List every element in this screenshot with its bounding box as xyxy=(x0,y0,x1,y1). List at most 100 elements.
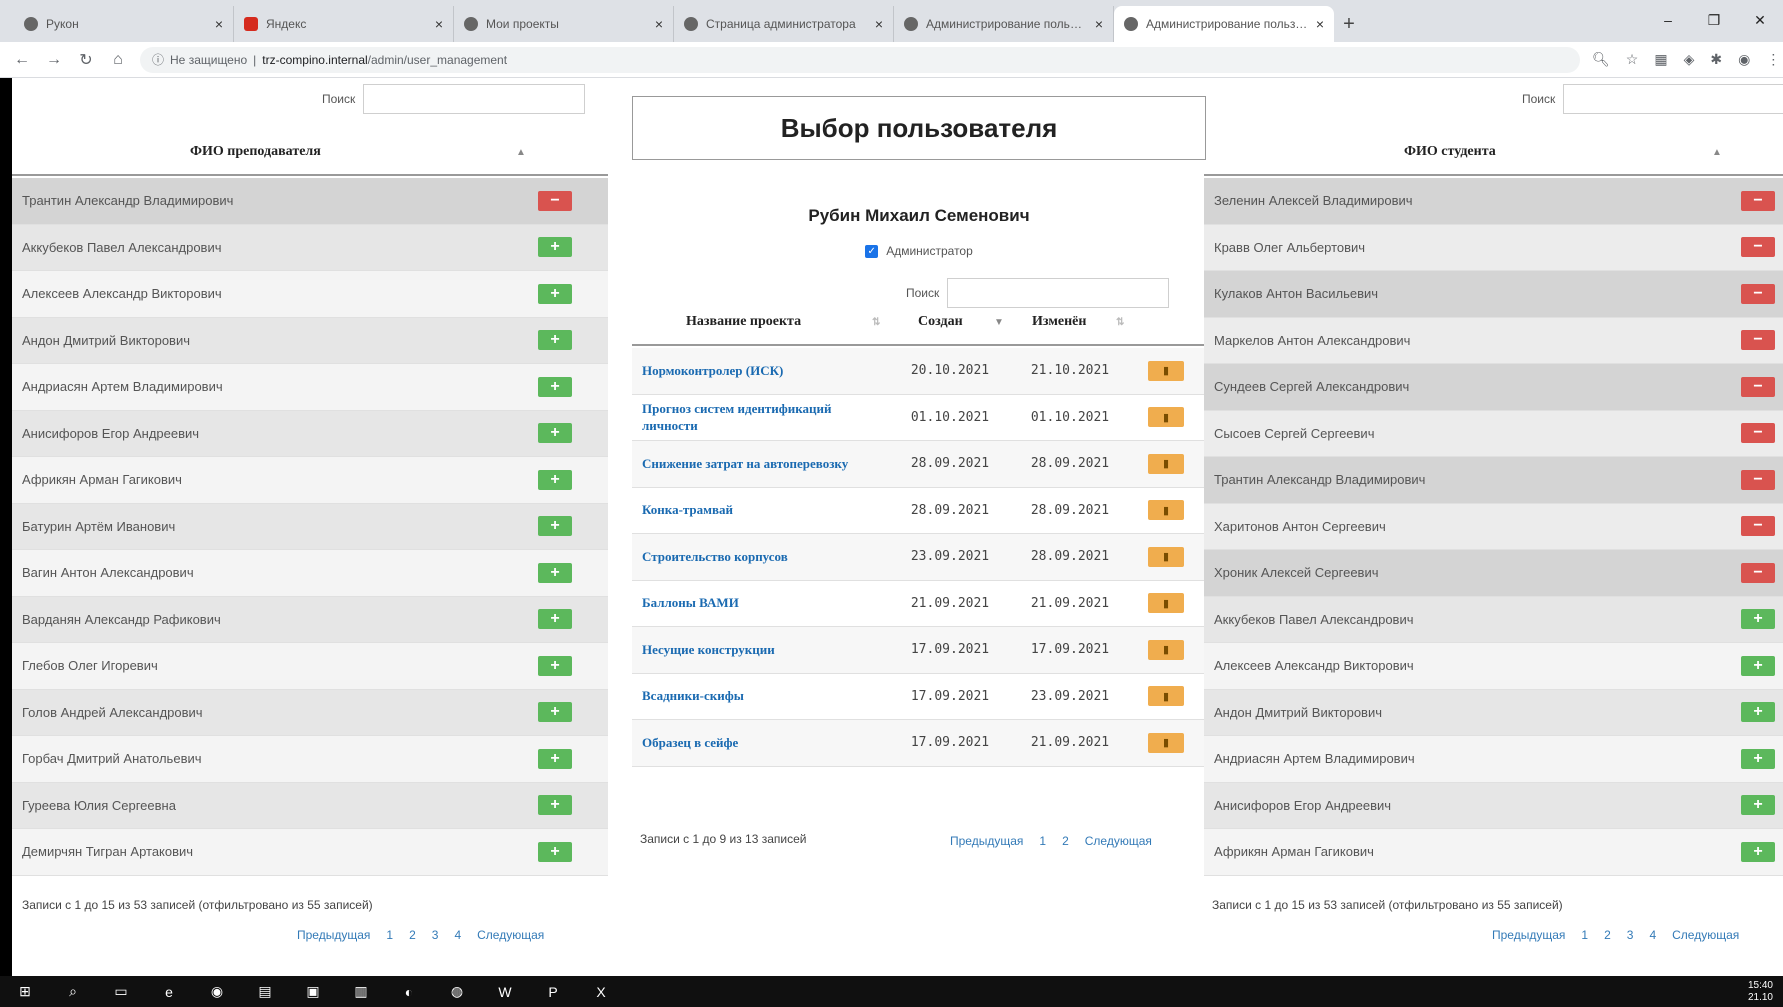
header-modified[interactable]: Изменён xyxy=(1032,314,1086,330)
maximize-icon[interactable]: ❐ xyxy=(1691,0,1737,40)
word-icon[interactable]: W xyxy=(496,983,514,1001)
sort-up-icon[interactable]: ▲ xyxy=(1712,147,1722,158)
remove-button[interactable]: − xyxy=(1741,423,1775,444)
project-link[interactable]: Нормоконтролер (ИСК) xyxy=(642,362,872,380)
list-item[interactable]: Вагин Антон Александрович + xyxy=(12,550,608,597)
minimize-icon[interactable]: – xyxy=(1645,0,1691,40)
remove-button[interactable]: − xyxy=(1741,330,1775,351)
list-item[interactable]: Голов Андрей Александрович + xyxy=(12,689,608,736)
reload-icon[interactable]: ↻ xyxy=(76,50,96,70)
app-icon[interactable]: ◍ xyxy=(448,983,466,1001)
list-item[interactable]: Кулаков Антон Васильевич − xyxy=(1204,271,1783,318)
excel-icon[interactable]: X xyxy=(592,983,610,1001)
add-button[interactable]: + xyxy=(1741,795,1775,816)
list-item[interactable]: Зеленин Алексей Владимирович − xyxy=(1204,178,1783,225)
edit-button[interactable]: ▮ xyxy=(1148,360,1184,381)
pager-page-button[interactable]: 1 xyxy=(386,928,393,942)
add-button[interactable]: + xyxy=(538,516,572,537)
project-link[interactable]: Образец в сейфе xyxy=(642,734,872,752)
project-link[interactable]: Всадники-скифы xyxy=(642,687,872,705)
system-clock[interactable]: 15:40 21.10 xyxy=(1748,980,1773,1004)
add-button[interactable]: + xyxy=(538,376,572,397)
header-created[interactable]: Создан xyxy=(918,314,963,330)
admin-checkbox[interactable]: ✓ xyxy=(865,244,879,258)
app-icon[interactable]: ◐ xyxy=(400,983,418,1001)
app-icon[interactable]: ▣ xyxy=(304,983,322,1001)
add-button[interactable]: + xyxy=(538,655,572,676)
forward-icon[interactable]: → xyxy=(44,51,64,69)
pager-page-button[interactable]: 2 xyxy=(409,928,416,942)
pager-next-button[interactable]: Следующая xyxy=(1085,834,1152,848)
list-item[interactable]: Маркелов Антон Александрович − xyxy=(1204,317,1783,364)
add-button[interactable]: + xyxy=(538,702,572,723)
browser-tab[interactable]: Яндекс × xyxy=(234,6,454,42)
remove-button[interactable]: − xyxy=(1741,516,1775,537)
pager-prev-button[interactable]: Предыдущая xyxy=(1492,928,1565,942)
app-icon[interactable]: ▥ xyxy=(352,983,370,1001)
add-button[interactable]: + xyxy=(538,609,572,630)
search-icon[interactable]: ⌕ xyxy=(64,983,82,1001)
close-icon[interactable]: × xyxy=(1095,16,1103,32)
new-tab-icon[interactable]: + xyxy=(1334,6,1364,42)
close-icon[interactable]: × xyxy=(875,16,883,32)
list-item[interactable]: Горбач Дмитрий Анатольевич + xyxy=(12,736,608,783)
list-item[interactable]: Андон Дмитрий Викторович + xyxy=(12,317,608,364)
close-icon[interactable]: × xyxy=(1316,16,1324,32)
list-item[interactable]: Кравв Олег Альбертович − xyxy=(1204,224,1783,271)
edit-button[interactable]: ▮ xyxy=(1148,500,1184,521)
project-link[interactable]: Несущие конструкции xyxy=(642,641,872,659)
list-item[interactable]: Варданян Александр Рафикович + xyxy=(12,596,608,643)
explorer-icon[interactable]: ▤ xyxy=(256,983,274,1001)
task-view-icon[interactable]: ▭ xyxy=(112,983,130,1001)
remove-button[interactable]: − xyxy=(1741,237,1775,258)
edit-button[interactable]: ▮ xyxy=(1148,639,1184,660)
student-column-header[interactable]: ФИО студента ▲ xyxy=(1204,130,1783,176)
list-item[interactable]: Трантин Александр Владимирович − xyxy=(1204,457,1783,504)
list-item[interactable]: Анисифоров Егор Андреевич + xyxy=(12,410,608,457)
list-item[interactable]: Андриасян Артем Владимирович + xyxy=(1204,736,1783,783)
header-project-name[interactable]: Название проекта xyxy=(686,314,801,330)
close-window-icon[interactable]: ✕ xyxy=(1737,0,1783,40)
project-link[interactable]: Баллоны ВАМИ xyxy=(642,594,872,612)
add-button[interactable]: + xyxy=(538,562,572,583)
close-icon[interactable]: × xyxy=(215,16,223,32)
add-button[interactable]: + xyxy=(1741,702,1775,723)
back-icon[interactable]: ← xyxy=(12,51,32,69)
add-button[interactable]: + xyxy=(1741,655,1775,676)
add-button[interactable]: + xyxy=(538,795,572,816)
close-icon[interactable]: × xyxy=(655,16,663,32)
list-item[interactable]: Сысоев Сергей Сергеевич − xyxy=(1204,410,1783,457)
list-item[interactable]: Андон Дмитрий Викторович + xyxy=(1204,689,1783,736)
add-button[interactable]: + xyxy=(1741,748,1775,769)
pager-prev-button[interactable]: Предыдущая xyxy=(297,928,370,942)
project-link[interactable]: Снижение затрат на автоперевозку xyxy=(642,455,872,473)
list-item[interactable]: Аккубеков Павел Александрович + xyxy=(1204,596,1783,643)
sort-down-icon[interactable]: ▼ xyxy=(994,317,1004,328)
pager-prev-button[interactable]: Предыдущая xyxy=(950,834,1023,848)
project-link[interactable]: Конка-трамвай xyxy=(642,501,872,519)
menu-icon[interactable]: ⋮ xyxy=(1766,51,1780,68)
chrome-icon[interactable]: ◉ xyxy=(208,983,226,1001)
add-button[interactable]: + xyxy=(1741,841,1775,862)
remove-button[interactable]: − xyxy=(538,190,572,211)
pager-page-button[interactable]: 1 xyxy=(1039,834,1046,848)
list-item[interactable]: Хроник Алексей Сергеевич − xyxy=(1204,550,1783,597)
powerpoint-icon[interactable]: P xyxy=(544,983,562,1001)
pager-page-button[interactable]: 4 xyxy=(1649,928,1656,942)
remove-button[interactable]: − xyxy=(1741,190,1775,211)
browser-tab[interactable]: Страница администратора × xyxy=(674,6,894,42)
add-button[interactable]: + xyxy=(1741,609,1775,630)
student-search-input[interactable] xyxy=(1563,84,1783,114)
project-link[interactable]: Прогноз систем идентификаций личности xyxy=(642,400,872,435)
browser-tab[interactable]: Рукон × xyxy=(14,6,234,42)
add-button[interactable]: + xyxy=(538,237,572,258)
pager-page-button[interactable]: 1 xyxy=(1581,928,1588,942)
list-item[interactable]: Глебов Олег Игоревич + xyxy=(12,643,608,690)
project-link[interactable]: Строительство корпусов xyxy=(642,548,872,566)
pager-next-button[interactable]: Следующая xyxy=(477,928,544,942)
browser-tab-active[interactable]: Администрирование пользоват × xyxy=(1114,6,1334,42)
zoom-icon[interactable]: 🔍︎ xyxy=(1592,51,1610,68)
remove-button[interactable]: − xyxy=(1741,469,1775,490)
url-input[interactable]: ⓘ Не защищено | trz-compino.internal/adm… xyxy=(140,46,1580,73)
close-icon[interactable]: × xyxy=(435,16,443,32)
